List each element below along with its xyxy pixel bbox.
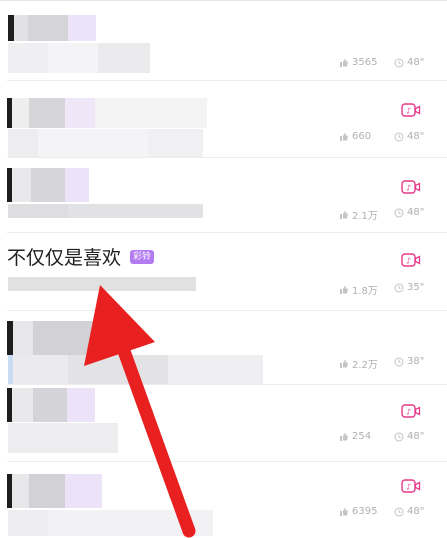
duration: 35" bbox=[394, 282, 424, 293]
svg-text:♪: ♪ bbox=[406, 407, 411, 416]
thumb-up-icon bbox=[340, 285, 348, 294]
blurred-title bbox=[7, 168, 89, 202]
blurred-subtitle bbox=[8, 510, 213, 536]
list-item[interactable]: ♪ 2.1万 48" bbox=[0, 158, 447, 233]
svg-text:♪: ♪ bbox=[406, 106, 411, 115]
clock-icon bbox=[394, 357, 404, 366]
blurred-title bbox=[7, 321, 122, 355]
video-icon[interactable]: ♪ bbox=[401, 102, 421, 118]
svg-text:♪: ♪ bbox=[406, 183, 411, 192]
blurred-title bbox=[7, 388, 95, 422]
thumb-up-icon bbox=[340, 210, 348, 219]
like-count: 660 bbox=[339, 131, 371, 142]
ringtone-badge: 彩铃 bbox=[130, 250, 155, 264]
thumb-up-icon bbox=[340, 507, 348, 516]
blurred-subtitle bbox=[8, 423, 118, 453]
video-icon[interactable]: ♪ bbox=[401, 478, 421, 494]
duration: 48" bbox=[394, 431, 424, 442]
like-count: 1.8万 bbox=[339, 282, 378, 297]
list-item[interactable]: 2.2万 38" bbox=[0, 311, 447, 385]
clock-icon bbox=[394, 283, 404, 292]
duration: 38" bbox=[394, 356, 424, 367]
clock-icon bbox=[394, 432, 404, 441]
blurred-subtitle bbox=[8, 204, 203, 218]
blurred-subtitle bbox=[8, 355, 263, 385]
like-count: 6395 bbox=[339, 506, 377, 517]
list-item[interactable]: ♪ 6395 48" bbox=[0, 462, 447, 538]
thumb-up-icon bbox=[340, 58, 348, 67]
svg-text:♪: ♪ bbox=[406, 256, 411, 265]
thumb-up-icon bbox=[340, 132, 348, 141]
like-count: 254 bbox=[339, 431, 371, 442]
like-count: 2.2万 bbox=[339, 356, 378, 371]
clock-icon bbox=[394, 507, 404, 516]
list-item[interactable]: 3565 48" bbox=[0, 0, 447, 81]
song-title: 不仅仅是喜欢 bbox=[7, 247, 122, 269]
like-count: 3565 bbox=[339, 57, 377, 68]
thumb-up-icon bbox=[340, 432, 348, 441]
clock-icon bbox=[394, 58, 404, 67]
svg-text:♪: ♪ bbox=[406, 482, 411, 491]
video-icon[interactable]: ♪ bbox=[401, 179, 421, 195]
blurred-title bbox=[7, 474, 102, 508]
duration: 48" bbox=[394, 506, 424, 517]
list-item[interactable]: 不仅仅是喜欢 彩铃 ♪ 1.8万 35" bbox=[0, 233, 447, 311]
clock-icon bbox=[394, 208, 404, 217]
blurred-subtitle bbox=[8, 277, 196, 291]
duration: 48" bbox=[394, 131, 424, 142]
blurred-title bbox=[7, 98, 207, 128]
thumb-up-icon bbox=[340, 359, 348, 368]
list-item[interactable]: ♪ 254 48" bbox=[0, 385, 447, 462]
blurred-subtitle bbox=[8, 43, 150, 73]
duration: 48" bbox=[394, 57, 424, 68]
blurred-title bbox=[8, 15, 96, 41]
like-count: 2.1万 bbox=[339, 207, 378, 222]
list-item[interactable]: ♪ 660 48" bbox=[0, 81, 447, 158]
video-icon[interactable]: ♪ bbox=[401, 252, 421, 268]
duration: 48" bbox=[394, 207, 424, 218]
blurred-subtitle bbox=[8, 129, 203, 157]
clock-icon bbox=[394, 132, 404, 141]
video-icon[interactable]: ♪ bbox=[401, 403, 421, 419]
